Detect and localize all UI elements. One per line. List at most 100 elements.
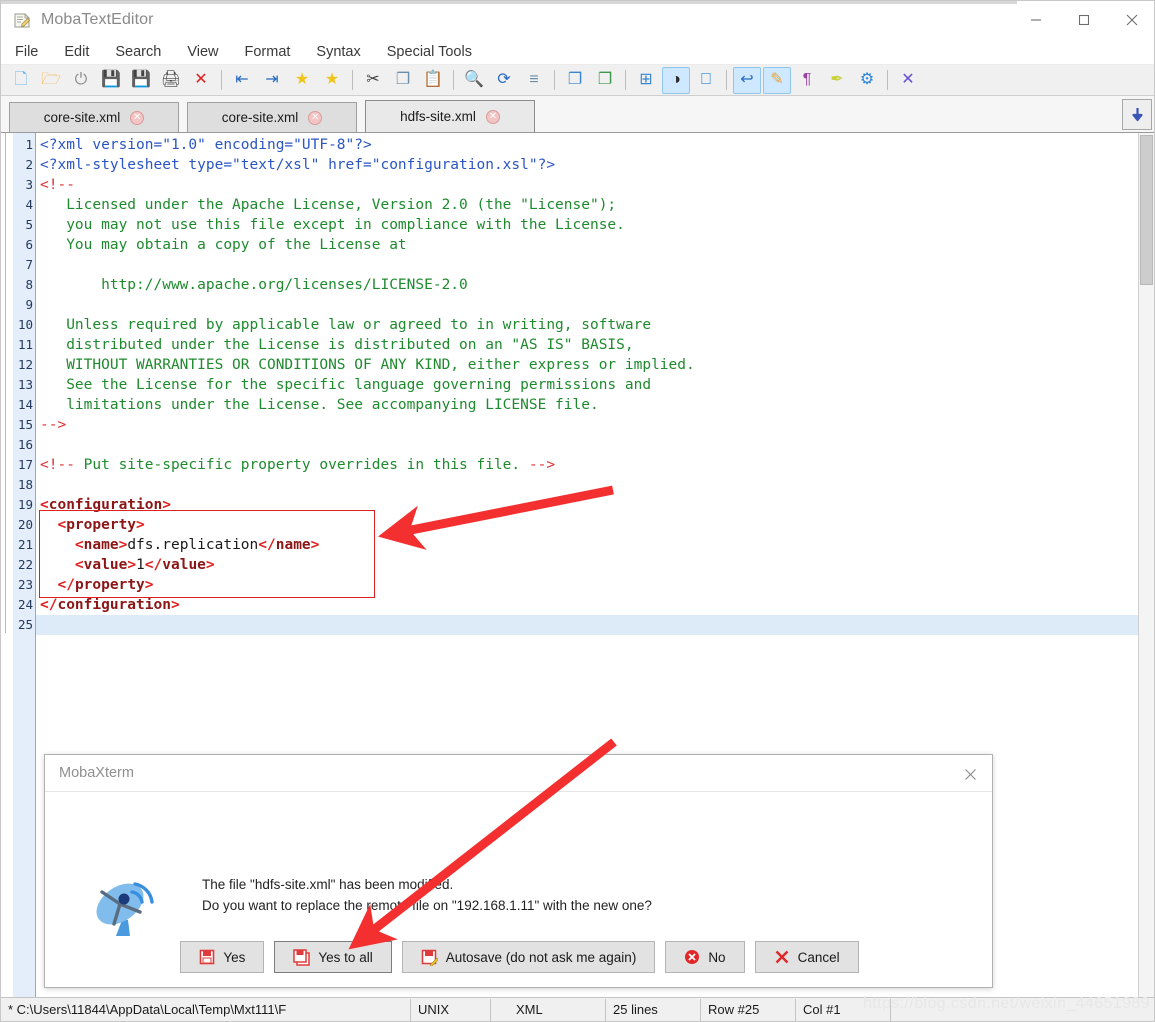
code-line[interactable]: http://www.apache.org/licenses/LICENSE-2… bbox=[36, 275, 1154, 295]
code-line[interactable] bbox=[36, 435, 1154, 455]
toolbar-exit-icon[interactable]: ✕ bbox=[894, 67, 922, 94]
dialog-button-no[interactable]: No bbox=[665, 941, 745, 973]
toolbar-goto-line-icon[interactable]: ≡ bbox=[520, 67, 548, 94]
receive-from-icon: ❐ bbox=[597, 71, 613, 88]
tab-scroll-down-button[interactable] bbox=[1122, 99, 1152, 130]
tab-2[interactable]: hdfs-site.xml ✕ bbox=[365, 100, 535, 132]
code-line[interactable]: WITHOUT WARRANTIES OR CONDITIONS OF ANY … bbox=[36, 355, 1154, 375]
line-number: 5 bbox=[25, 217, 33, 232]
code-line[interactable] bbox=[36, 615, 1154, 635]
maximize-button[interactable] bbox=[1060, 1, 1108, 39]
toolbar-indent-icon[interactable]: ⇥ bbox=[258, 67, 286, 94]
toolbar-undo-icon[interactable]: ↩ bbox=[733, 66, 761, 94]
code-line[interactable]: <!-- Put site-specific property override… bbox=[36, 455, 1154, 475]
toolbar-print-icon[interactable]: 🖨 bbox=[157, 67, 185, 94]
code-line[interactable]: Unless required by applicable law or agr… bbox=[36, 315, 1154, 335]
toolbar-outdent-icon[interactable]: ⇤ bbox=[228, 67, 256, 94]
toolbar-unix-format-icon[interactable]: ◑ bbox=[662, 66, 690, 94]
toolbar-replace-icon[interactable]: ⟳ bbox=[490, 67, 518, 94]
code-line[interactable] bbox=[36, 295, 1154, 315]
menu-file[interactable]: File bbox=[3, 41, 50, 63]
toolbar-cut-icon[interactable]: ✂ bbox=[359, 67, 387, 94]
dialog-button-autosave-do-not-ask-me-again[interactable]: Autosave (do not ask me again) bbox=[401, 941, 656, 973]
code-token: configuration bbox=[57, 597, 171, 613]
code-line[interactable]: <value>1</value> bbox=[36, 555, 1154, 575]
toolbar-find-icon[interactable]: 🔍 bbox=[460, 67, 488, 94]
scrollbar-thumb[interactable] bbox=[1140, 135, 1153, 285]
code-line[interactable]: Licensed under the Apache License, Versi… bbox=[36, 195, 1154, 215]
toolbar-copy-icon[interactable]: ❐ bbox=[389, 67, 417, 94]
line-number: 6 bbox=[25, 237, 33, 252]
toolbar-close-file-icon[interactable]: ✕ bbox=[187, 67, 215, 94]
menu-search[interactable]: Search bbox=[103, 41, 173, 63]
toolbar-open-folder-icon[interactable]: 🗁 bbox=[37, 67, 65, 94]
code-token: property bbox=[66, 517, 137, 533]
code-line[interactable]: <?xml-stylesheet type="text/xsl" href="c… bbox=[36, 155, 1154, 175]
code-line[interactable]: <?xml version="1.0" encoding="UTF-8"?> bbox=[36, 135, 1154, 155]
code-line[interactable]: </property> bbox=[36, 575, 1154, 595]
code-line[interactable]: <configuration> bbox=[36, 495, 1154, 515]
code-line[interactable]: <!-- bbox=[36, 175, 1154, 195]
window-controls bbox=[1012, 1, 1154, 39]
dialog-button-label: Yes bbox=[223, 949, 246, 965]
toolbar-highlighter-icon[interactable]: ✒ bbox=[823, 67, 851, 94]
tab-0[interactable]: core-site.xml ✕ bbox=[9, 102, 179, 132]
toolbar-paste-icon[interactable]: 📋 bbox=[419, 67, 447, 94]
code-line[interactable]: </configuration> bbox=[36, 595, 1154, 615]
tab-close-icon[interactable]: ✕ bbox=[130, 110, 145, 125]
code-token: </ bbox=[144, 557, 163, 573]
editor-vertical-scrollbar[interactable] bbox=[1138, 133, 1154, 999]
toolbar-mac-format-icon[interactable]:  bbox=[692, 67, 720, 94]
code-line[interactable]: <name>dfs.replication</name> bbox=[36, 535, 1154, 555]
menu-format[interactable]: Format bbox=[233, 41, 303, 63]
tab-close-icon[interactable]: ✕ bbox=[485, 109, 500, 124]
dialog-button-label: Yes to all bbox=[318, 949, 373, 965]
toolbar-settings-icon[interactable]: ⚙ bbox=[853, 67, 881, 94]
dialog-button-yes-to-all[interactable]: Yes to all bbox=[274, 941, 392, 973]
tab-label: core-site.xml bbox=[43, 110, 121, 125]
tab-close-icon[interactable]: ✕ bbox=[308, 110, 323, 125]
line-number: 17 bbox=[17, 457, 33, 472]
toolbar-edit-mode-icon[interactable]: ✎ bbox=[763, 66, 791, 94]
toolbar-pilcrow-icon[interactable]: ¶ bbox=[793, 67, 821, 94]
dialog-body: The file "hdfs-site.xml" has been modifi… bbox=[45, 792, 992, 952]
code-token: <!-- bbox=[40, 457, 75, 473]
toolbar-bookmark-icon[interactable]: ★ bbox=[288, 67, 316, 94]
code-line[interactable] bbox=[36, 255, 1154, 275]
toolbar-save-all-icon[interactable]: 💾 bbox=[127, 67, 155, 94]
toolbar-separator bbox=[453, 70, 454, 90]
dialog-close-button[interactable] bbox=[958, 763, 982, 785]
dialog-button-cancel[interactable]: Cancel bbox=[754, 941, 859, 973]
tab-label: hdfs-site.xml bbox=[400, 109, 476, 124]
dialog-button-yes[interactable]: Yes bbox=[180, 941, 265, 973]
toolbar-reload-icon[interactable]: ⏻ bbox=[67, 67, 95, 94]
toolbar-send-to-icon[interactable]: ❐ bbox=[561, 67, 589, 94]
code-line[interactable]: --> bbox=[36, 415, 1154, 435]
code-line[interactable]: You may obtain a copy of the License at bbox=[36, 235, 1154, 255]
code-line[interactable]: limitations under the License. See accom… bbox=[36, 395, 1154, 415]
code-line[interactable]: <property> bbox=[36, 515, 1154, 535]
toolbar-new-file-icon[interactable]: 🗋 bbox=[7, 67, 35, 94]
menu-syntax[interactable]: Syntax bbox=[304, 41, 372, 63]
status-encoding[interactable]: UNIX bbox=[411, 998, 491, 1021]
menu-special-tools[interactable]: Special Tools bbox=[375, 41, 484, 63]
tab-1[interactable]: core-site.xml ✕ bbox=[187, 102, 357, 132]
cut-icon: ✂ bbox=[366, 71, 380, 88]
toolbar-bookmark-next-icon[interactable]: ★ bbox=[318, 67, 346, 94]
code-token: You may obtain a copy of the License at bbox=[40, 237, 407, 253]
toolbar-save-icon[interactable]: 💾 bbox=[97, 67, 125, 94]
code-line[interactable] bbox=[36, 475, 1154, 495]
code-line[interactable]: See the License for the specific languag… bbox=[36, 375, 1154, 395]
menu-edit[interactable]: Edit bbox=[52, 41, 101, 63]
code-line[interactable]: you may not use this file except in comp… bbox=[36, 215, 1154, 235]
status-syntax[interactable]: XML bbox=[491, 998, 606, 1021]
minimize-button[interactable] bbox=[1012, 1, 1060, 39]
toolbar-windows-format-icon[interactable]: ⊞ bbox=[632, 67, 660, 94]
toolbar-receive-from-icon[interactable]: ❐ bbox=[591, 67, 619, 94]
code-line[interactable]: distributed under the License is distrib… bbox=[36, 335, 1154, 355]
close-button[interactable] bbox=[1108, 1, 1154, 39]
menu-view[interactable]: View bbox=[175, 41, 230, 63]
line-number: 9 bbox=[25, 297, 33, 312]
code-token: <?xml-stylesheet type="text/xsl" href="c… bbox=[40, 157, 556, 173]
